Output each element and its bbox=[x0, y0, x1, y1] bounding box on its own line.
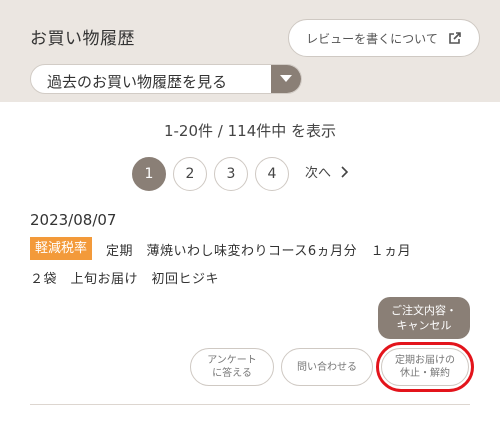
order-date: 2023/08/07 bbox=[30, 211, 117, 229]
next-page-link[interactable]: 次へ bbox=[305, 162, 349, 181]
reduced-tax-badge: 軽減税率 bbox=[30, 237, 93, 260]
contact-button-label: 問い合わせる bbox=[297, 361, 357, 373]
divider bbox=[30, 404, 470, 405]
page-title: お買い物履歴 bbox=[30, 29, 135, 49]
external-link-icon bbox=[449, 32, 461, 44]
results-count: 1-20件 / 114件中 を表示 bbox=[163, 122, 337, 140]
cancel-button-line2: キャンセル bbox=[396, 319, 452, 332]
page-1-button[interactable]: 1 bbox=[132, 157, 166, 191]
next-page-label: 次へ bbox=[305, 166, 332, 181]
order-details-cancel-button[interactable]: ご注文内容・ キャンセル bbox=[378, 297, 470, 339]
history-period-selected: 過去のお買い物履歴を見る bbox=[47, 73, 228, 91]
page-3-button[interactable]: 3 bbox=[214, 157, 248, 191]
survey-button-line2: に答える bbox=[212, 368, 252, 379]
history-header: お買い物履歴 レビューを書くについて 過去のお買い物履歴を見る bbox=[0, 0, 500, 102]
review-info-label: レビューを書くについて bbox=[306, 31, 438, 46]
order-description-line1: 定期 薄焼いわし味変わりコース6ヵ月分 １ヵ月 bbox=[106, 244, 412, 259]
highlight-annotation bbox=[376, 342, 474, 392]
order-description-line2: ２袋 上旬お届け 初回ヒジキ bbox=[30, 272, 220, 287]
survey-button[interactable]: アンケート に答える bbox=[190, 348, 274, 386]
contact-button[interactable]: 問い合わせる bbox=[281, 348, 373, 386]
chevron-right-icon bbox=[341, 165, 349, 178]
page-4-button[interactable]: 4 bbox=[255, 157, 289, 191]
history-period-select[interactable]: 過去のお買い物履歴を見る bbox=[30, 64, 302, 94]
cancel-button-line1: ご注文内容・ bbox=[391, 304, 457, 317]
review-info-button[interactable]: レビューを書くについて bbox=[288, 19, 480, 57]
caret-down-icon bbox=[271, 65, 301, 93]
page-2-button[interactable]: 2 bbox=[173, 157, 207, 191]
survey-button-line1: アンケート bbox=[207, 355, 257, 366]
